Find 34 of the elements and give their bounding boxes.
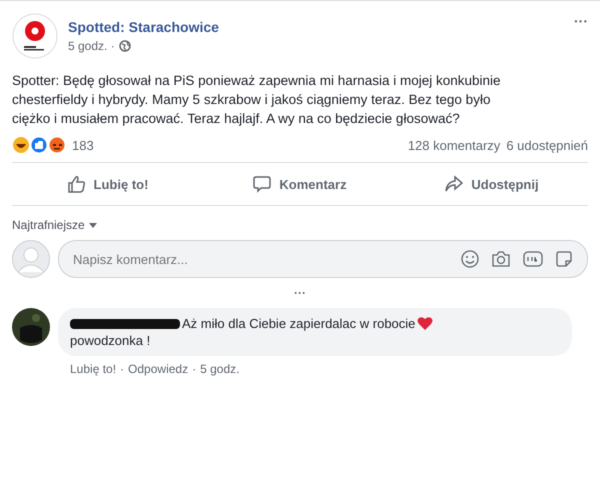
reaction-icons-drawing[interactable] [12, 136, 66, 154]
heart-icon [417, 316, 434, 331]
more-comments-link[interactable]: ··· [12, 286, 588, 300]
caret-icon[interactable] [88, 222, 97, 228]
separator-dot: · [120, 362, 124, 376]
comment-input-field[interactable]: Napisz komentarz... [71, 250, 449, 268]
share-count[interactable]: 6 udostępnień [506, 138, 588, 152]
sort-dropdown[interactable]: Najtrafniejsze [12, 218, 85, 232]
comment-text: powodzonka ! [70, 333, 152, 348]
commenter-avatar-icon [12, 308, 50, 346]
thumbs-up-icon [68, 175, 86, 193]
comment-time-link[interactable]: 5 godz. [200, 362, 240, 376]
comment-button[interactable]: Komentarz [204, 167, 396, 201]
comment-text: Aż miło dla Ciebie zapierdalac w robocie [182, 316, 416, 331]
smiley-icon[interactable] [461, 250, 479, 268]
comment-action-link[interactable]: Lubię to! [70, 362, 116, 376]
comment-box[interactable]: Napisz komentarz... [58, 240, 588, 278]
share-button[interactable]: Udostępnij [396, 167, 588, 201]
camera-icon[interactable] [491, 250, 511, 268]
comment-action-link[interactable]: Odpowiedz [128, 362, 188, 376]
speech-bubble-icon [253, 175, 272, 193]
page-logo-icon[interactable] [12, 13, 58, 59]
globe-icon [118, 40, 131, 52]
page-name-link[interactable]: Spotted: Starachowice [68, 19, 564, 35]
like-button[interactable]: Lubię to! [12, 167, 204, 201]
comment-count[interactable]: 128 komentarzy [408, 138, 500, 152]
more-options-button[interactable]: ··· [574, 13, 588, 29]
separator-dot: · [192, 362, 196, 376]
sticker-icon[interactable] [555, 250, 573, 268]
post-text: Spotter: Będę głosował na PiS ponieważ zapewnia mi harnasia i mojej konkubinie chesterfieldy i hybrydy. Mamy 5 szkrabow i jakoś ciągniemy teraz. Bez tego było ciężko i musiałem pracować. Teraz hajlajf. A wy na co będziecie głosować? [12, 72, 502, 128]
reaction-count[interactable]: 183 [72, 138, 94, 152]
avatar-icon [12, 240, 50, 278]
post-time: 5 godz. · [68, 39, 115, 53]
share-arrow-icon [445, 175, 464, 193]
